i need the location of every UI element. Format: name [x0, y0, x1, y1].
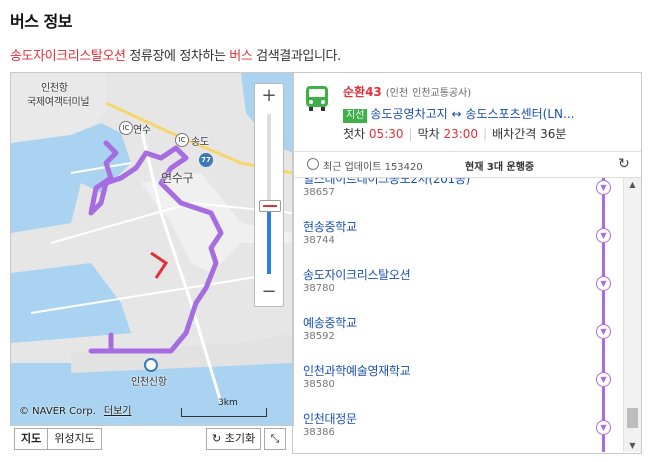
update-label: 최근 업데이트 [323, 162, 382, 173]
stop-id: 38780 [303, 283, 335, 294]
highway-icon: 77 [199, 153, 213, 167]
chevron-down-icon: ▼ [596, 420, 611, 435]
stop-id: 38657 [303, 187, 335, 198]
bus-interval: 배차간격 36분 [492, 127, 567, 141]
zoom-slider-handle[interactable] [259, 200, 281, 212]
bus-region: (인천 [385, 88, 409, 99]
bus-panel: 순환43 (인천 인천교통공사) 지선 송도공영차고지 ↔ 송도스포츠센터(LN...… [292, 72, 642, 454]
chevron-down-icon: ▼ [596, 324, 611, 339]
bus-name[interactable]: 순환43 (인천 인천교통공사) [343, 83, 471, 100]
route-arrow: ↔ [451, 107, 462, 121]
search-description: 송도자이크리스탈오션 정류장에 정차하는 버스 검색결과입니다. [10, 45, 341, 64]
bus-route: 지선 송도공영차고지 ↔ 송도스포츠센터(LN... [343, 105, 574, 123]
stop-id: 38592 [303, 331, 335, 342]
map-type-toggle: 지도 위성지도 [14, 428, 102, 450]
first-bus-label: 첫차 [343, 127, 366, 141]
map-copyright: © NAVER Corp. 더보기 [19, 402, 132, 417]
update-info: 최근 업데이트 153420 [323, 158, 423, 173]
stop-name[interactable]: 인천대정문 [303, 410, 357, 427]
copyright-text: © NAVER Corp. [19, 406, 96, 417]
route-to: 송도스포츠센터(LN... [465, 107, 575, 121]
scroll-up-icon[interactable]: ▲ [624, 180, 641, 189]
expand-icon[interactable]: ⤡ [264, 428, 286, 450]
more-link[interactable]: 더보기 [104, 406, 132, 417]
reset-button[interactable]: ↻ 초기화 [206, 428, 262, 450]
scrollbar-thumb[interactable] [627, 408, 638, 428]
zoom-control[interactable]: + − [254, 83, 284, 307]
stop-list[interactable]: 힐스테이트레이크송도2차(201동) 38657 ▼ 현송중학교 38744 ▼… [293, 178, 641, 452]
running-count: 현재 3대 운행중 [465, 162, 535, 173]
bus-operator: 인천교통공사) [412, 88, 472, 99]
chevron-down-icon: ▼ [596, 180, 611, 195]
map-label-yeonsu-gu: 연수구 [161, 171, 194, 185]
bus-highlight: 버스 [229, 49, 253, 64]
last-bus-label: 막차 [417, 127, 440, 141]
list-item[interactable]: 인천과학예술영재학교 38580 [293, 362, 593, 410]
last-bus-time: 23:00 [443, 127, 479, 141]
zoom-in-button[interactable]: + [255, 84, 283, 108]
list-item[interactable]: 예송중학교 38592 [293, 314, 593, 362]
route-rail [602, 178, 605, 452]
chevron-down-icon: ▼ [596, 372, 611, 387]
route-type-tag: 지선 [343, 109, 368, 123]
bus-icon [306, 86, 328, 111]
desc-text: 정류장에 정차하는 [125, 49, 230, 64]
clock-icon [307, 158, 319, 170]
map-label-incheon-new-port: 인천신항 [131, 377, 167, 388]
map-scale: 3km [181, 398, 267, 417]
map-label-terminal: 국제여객터미널 [27, 97, 90, 108]
scroll-down-icon[interactable]: ▼ [624, 441, 641, 450]
stop-id: 38744 [303, 235, 335, 246]
stop-id: 38580 [303, 379, 335, 390]
refresh-icon[interactable]: ↻ [615, 155, 633, 173]
route-from: 송도공영차고지 [370, 107, 448, 121]
stop-name[interactable]: 예송중학교 [303, 314, 357, 331]
update-bar: 최근 업데이트 153420 현재 3대 운행중 ↻ [293, 151, 641, 178]
stop-name-highlight: 송도자이크리스탈오션 [10, 49, 126, 64]
zoom-out-button[interactable]: − [255, 280, 283, 304]
satellite-view-button[interactable]: 위성지도 [48, 429, 100, 449]
map-view-button[interactable]: 지도 [15, 429, 49, 449]
reset-label: 초기화 [224, 432, 256, 445]
ic-icon: IC [175, 133, 189, 147]
stop-name[interactable]: 송도자이크리스탈오션 [303, 266, 411, 283]
desc-text-end: 검색결과입니다. [252, 49, 341, 64]
stop-name[interactable]: 힐스테이트레이크송도2차(201동) [303, 178, 470, 187]
list-item[interactable]: 힐스테이트레이크송도2차(201동) 38657 [293, 178, 593, 218]
list-item[interactable]: 인천대정문 38386 [293, 410, 593, 452]
refresh-icon: ↻ [212, 432, 222, 445]
map-label-songdo-ic: 송도 [191, 137, 209, 148]
stop-name[interactable]: 현송중학교 [303, 218, 357, 235]
list-item[interactable]: 송도자이크리스탈오션 38780 [293, 266, 593, 314]
page-title: 버스 정보 [10, 12, 72, 31]
stop-list-scrollbar[interactable]: ▲ ▼ [623, 178, 641, 452]
bus-schedule: 첫차 05:30 | 막차 23:00 | 배차간격 36분 [343, 127, 567, 141]
stop-id: 38386 [303, 427, 335, 438]
list-item[interactable]: 현송중학교 38744 [293, 218, 593, 266]
update-time: 153420 [384, 162, 423, 173]
chevron-down-icon: ▼ [596, 276, 611, 291]
zoom-level-fill [267, 204, 271, 274]
first-bus-time: 05:30 [368, 127, 404, 141]
chevron-down-icon: ▼ [596, 228, 611, 243]
map-toolbar: 지도 위성지도 ↻ 초기화 ⤡ [10, 428, 292, 450]
bus-number[interactable]: 순환43 [343, 85, 382, 99]
route-map[interactable]: 인천항 국제여객터미널 IC 연수 IC 송도 77 연수구 인천신항 + − … [10, 72, 294, 426]
stop-name[interactable]: 인천과학예술영재학교 [303, 362, 411, 379]
scale-label: 3km [218, 398, 238, 408]
map-label-yeonsu-ic: 연수 [133, 125, 151, 136]
map-label-incheon-harbor: 인천항 [41, 83, 68, 94]
bus-header: 순환43 (인천 인천교통공사) 지선 송도공영차고지 ↔ 송도스포츠센터(LN...… [293, 73, 641, 152]
ic-icon: IC [119, 121, 133, 135]
